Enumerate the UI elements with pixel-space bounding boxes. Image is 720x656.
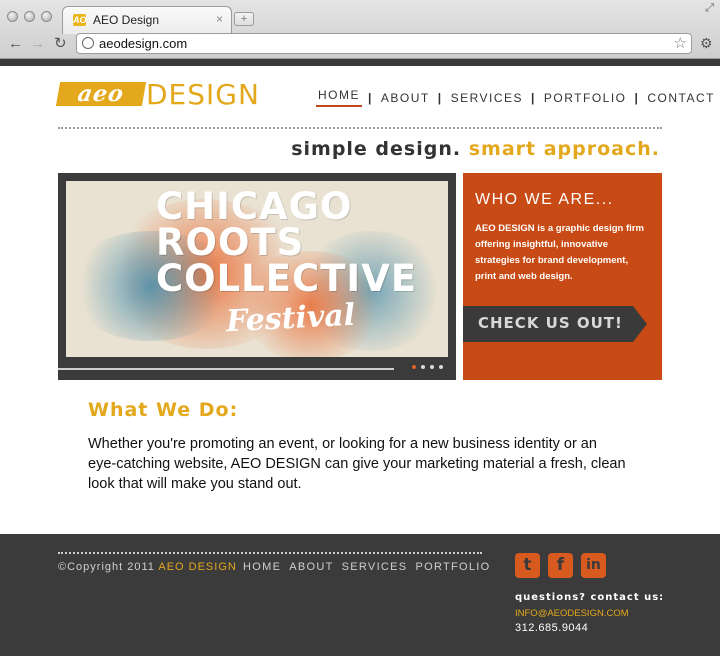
browser-chrome: AO AEO Design × + ⤢ ← → ↻ aeodesign.com … [0, 0, 720, 59]
what-we-do-title: What We Do: [88, 399, 239, 421]
fullscreen-icon[interactable]: ⤢ [705, 2, 714, 15]
footer: ©Copyright 2011 AEO DESIGN HOME ABOUT SE… [0, 534, 720, 656]
browser-tab[interactable]: AO AEO Design × [62, 6, 232, 34]
footer-nav: HOME ABOUT SERVICES PORTFOLIO [243, 561, 491, 573]
facebook-icon[interactable]: f [548, 553, 573, 578]
bookmark-star-icon[interactable]: ☆ [674, 34, 687, 52]
logo-mark: aeo [55, 81, 147, 107]
slide-line-3: COLLECTIVE [156, 257, 418, 300]
slide-image[interactable]: CHICAGO ROOTS COLLECTIVE Festival [66, 181, 448, 357]
nav-contact[interactable]: CONTACT [645, 91, 717, 105]
linkedin-icon[interactable]: in [581, 553, 606, 578]
slide-line-1: CHICAGO [156, 185, 353, 228]
address-bar[interactable]: aeodesign.com ☆ [76, 33, 692, 54]
footer-nav-about[interactable]: ABOUT [289, 561, 333, 573]
footer-divider [58, 552, 482, 554]
check-us-out-button[interactable]: CHECK US OUT! [463, 306, 633, 342]
zoom-window-button[interactable] [41, 11, 52, 22]
back-icon[interactable]: ← [8, 36, 23, 52]
favicon-icon: AO [73, 14, 87, 26]
slide-line-2: ROOTS [156, 221, 305, 264]
footer-nav-home[interactable]: HOME [243, 561, 281, 573]
contact-phone: 312.685.9044 [515, 622, 589, 634]
nav-portfolio[interactable]: PORTFOLIO [542, 91, 629, 105]
nav-services[interactable]: SERVICES [449, 91, 525, 105]
check-us-out-label: CHECK US OUT! [478, 314, 623, 332]
forward-icon[interactable]: → [30, 36, 45, 52]
wrench-menu-icon[interactable]: ⚙ [700, 35, 713, 52]
logo-wordmark: DESIGN [146, 78, 260, 111]
tab-close-icon[interactable]: × [216, 12, 223, 26]
copyright-prefix: ©Copyright 2011 [58, 561, 155, 573]
what-we-do-text: Whether you're promoting an event, or lo… [88, 436, 626, 492]
globe-icon [82, 37, 94, 49]
close-window-button[interactable] [7, 11, 18, 22]
site-top-bar [0, 59, 720, 66]
slide-dot[interactable] [439, 365, 443, 369]
contact-email-link[interactable]: INFO@AEODESIGN.COM [515, 608, 629, 619]
who-title: WHO WE ARE... [475, 191, 614, 208]
who-text: AEO DESIGN is a graphic design firm offe… [475, 223, 644, 282]
main-nav: HOME | ABOUT | SERVICES | PORTFOLIO | CO… [316, 88, 717, 107]
slide-script-text: Festival [225, 297, 356, 340]
slide-dot[interactable] [430, 365, 434, 369]
reload-icon[interactable]: ↻ [54, 36, 67, 52]
minimize-window-button[interactable] [24, 11, 35, 22]
footer-nav-portfolio[interactable]: PORTFOLIO [415, 561, 490, 573]
slide-dot[interactable] [412, 365, 416, 369]
tab-title: AEO Design [93, 13, 160, 27]
twitter-icon[interactable]: t [515, 553, 540, 578]
footer-nav-services[interactable]: SERVICES [342, 561, 408, 573]
slide-progress-bar [58, 368, 394, 370]
nav-home[interactable]: HOME [316, 88, 362, 107]
hero-slider[interactable]: CHICAGO ROOTS COLLECTIVE Festival [58, 173, 456, 380]
slide-poster-text: CHICAGO ROOTS COLLECTIVE [156, 185, 418, 300]
tagline: simple design. smart approach. [291, 138, 660, 160]
nav-separator: | [368, 90, 373, 105]
nav-about[interactable]: ABOUT [379, 91, 432, 105]
contact-prompt: questions? contact us: [515, 592, 665, 603]
copyright-brand: AEO DESIGN [158, 561, 237, 573]
new-tab-button[interactable]: + [234, 12, 254, 26]
nav-separator: | [437, 90, 443, 105]
who-we-are-panel: WHO WE ARE... AEO DESIGN is a graphic de… [463, 173, 662, 380]
nav-separator: | [531, 90, 536, 105]
tagline-part-a: simple design. [291, 138, 462, 160]
url-text[interactable]: aeodesign.com [99, 36, 187, 51]
slide-pagination [412, 365, 443, 369]
copyright: ©Copyright 2011 AEO DESIGN [58, 561, 237, 573]
cta-arrow-icon[interactable] [633, 306, 647, 342]
nav-separator: | [634, 90, 640, 105]
tagline-part-b: smart approach. [468, 138, 660, 160]
slide-dot[interactable] [421, 365, 425, 369]
header-divider [58, 127, 662, 129]
